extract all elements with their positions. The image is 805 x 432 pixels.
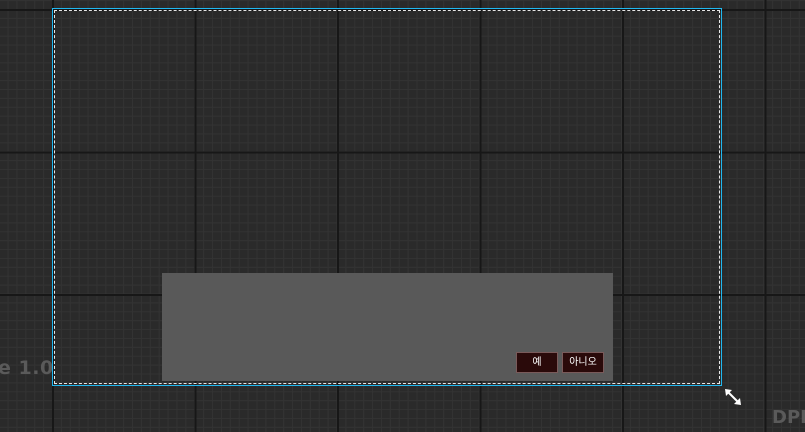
- yes-button[interactable]: 예: [516, 352, 558, 373]
- dpi-label: DPI: [772, 407, 805, 428]
- zoom-scale-label: e 1.0: [0, 357, 54, 379]
- no-button[interactable]: 아니오: [562, 352, 604, 373]
- design-surface-frame[interactable]: 예 아니오: [52, 8, 722, 386]
- designer-canvas[interactable]: e 1.0 DPI 예 아니오: [0, 0, 805, 432]
- resize-icon[interactable]: [722, 386, 744, 408]
- dialog-panel[interactable]: 예 아니오: [162, 273, 613, 381]
